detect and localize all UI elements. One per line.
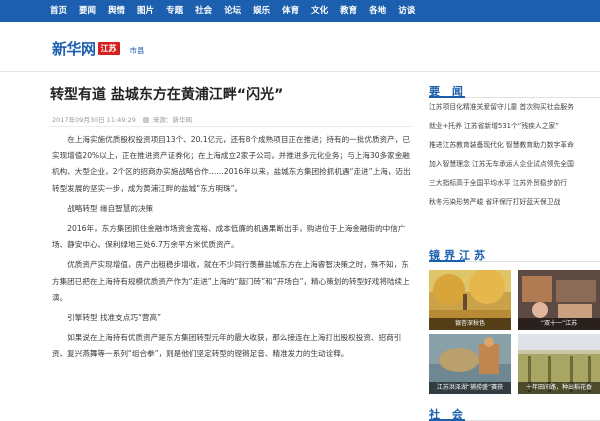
nav-item[interactable]: 社会 — [189, 0, 218, 22]
logo-text: 新华网 — [52, 40, 96, 58]
nav-item[interactable]: 各地 — [363, 0, 392, 22]
news-list-item[interactable]: 秋冬污染形势严峻 省环保厅打好蓝天保卫战 — [429, 193, 600, 212]
gallery-caption: 江苏洪泽湖“捕捞盛”赛获 — [429, 382, 511, 394]
gallery-item-double-eleven[interactable]: “双十一”江苏 — [518, 270, 600, 330]
top-nav-bar: 首页 要闻 舆情 图片 专题 社会 论坛 娱乐 体育 文化 教育 各地 访谈 — [0, 0, 600, 22]
nav-item[interactable]: 图片 — [131, 0, 160, 22]
news-list-item[interactable]: 就业+托养 江苏省新增531个“残疾人之家” — [429, 117, 600, 136]
breadcrumb[interactable]: 市县 — [130, 45, 145, 56]
photo-gallery: 银杏深秋色 “双十一”江苏 江苏洪泽湖“捕捞盛”赛获 十年田间路，种出稻花香 — [429, 270, 600, 398]
article-title: 转型有道 盐城东方在黄浦江畔“闪光” — [50, 87, 284, 103]
article-subheading: 引擎转型 找准支点巧“营高” — [67, 313, 161, 323]
article-body: 在上海实施优质股权投资项目13个、20.1亿元，还有8个成熟项目正在推进；持有的… — [52, 132, 414, 367]
gallery-caption: 银杏深秋色 — [429, 318, 511, 330]
nav-item[interactable]: 专题 — [160, 0, 189, 22]
nav-item[interactable]: 访谈 — [392, 0, 421, 22]
article-paragraph: 如果说在上海持有优质资产是东方集团转型元年的最大收获，那么接连在上海打出股权投资… — [52, 333, 402, 359]
nav-item[interactable]: 要闻 — [73, 0, 102, 22]
nav-item[interactable]: 首页 — [44, 0, 73, 22]
meta-divider — [50, 126, 412, 127]
logo-region-badge: 江苏 — [97, 42, 120, 55]
gallery-caption: 十年田间路，种出稻花香 — [518, 382, 600, 394]
section-accent — [429, 260, 465, 262]
gallery-item-fishing[interactable]: 江苏洪泽湖“捕捞盛”赛获 — [429, 334, 511, 394]
article-meta: 2017年09月30日 11:49:29 来源：新华网 — [52, 114, 192, 124]
gallery-item-ginkgo[interactable]: 银杏深秋色 — [429, 270, 511, 330]
nav-item[interactable]: 论坛 — [218, 0, 247, 22]
news-list-item[interactable]: 加入智慧理念 江苏无车承运人企业试点领先全国 — [429, 155, 600, 174]
news-list-item[interactable]: 推进江苏教育装备现代化 智慧教育助力数字革命 — [429, 136, 600, 155]
nav-item[interactable]: 舆情 — [102, 0, 131, 22]
sidebar: 要 闻 江苏项目化精准关爱留守儿童 首次购买社会服务 就业+托养 江苏省新增531… — [429, 72, 600, 421]
gallery-row: 江苏洪泽湖“捕捞盛”赛获 十年田间路，种出稻花香 — [429, 334, 600, 394]
news-list-item[interactable]: 三大指标高于全国平均水平 江苏外贸稳步前行 — [429, 174, 600, 193]
article-datetime: 2017年09月30日 11:49:29 — [52, 116, 136, 124]
nav-item[interactable]: 文化 — [305, 0, 334, 22]
social-section-header: 社 会 — [429, 403, 600, 421]
news-list: 江苏项目化精准关爱留守儿童 首次购买社会服务 就业+托养 江苏省新增531个“残疾… — [429, 98, 600, 212]
site-header: 新华网 江苏 市县 — [0, 22, 600, 72]
nav-item[interactable]: 娱乐 — [247, 0, 276, 22]
article-subheading: 战略转型 缘自智慧的决策 — [67, 203, 154, 213]
site-logo[interactable]: 新华网 江苏 市县 — [52, 38, 145, 59]
article-source: 来源：新华网 — [153, 116, 192, 124]
news-list-item[interactable]: 江苏项目化精准关爱留守儿童 首次购买社会服务 — [429, 98, 600, 117]
top-nav-items: 首页 要闻 舆情 图片 专题 社会 论坛 娱乐 体育 文化 教育 各地 访谈 — [44, 0, 421, 22]
article-paragraph: 在上海实施优质股权投资项目13个、20.1亿元，还有8个成熟项目正在推进；持有的… — [52, 135, 411, 193]
article-paragraph: 优质资产实现增值，房产出租稳步增收，就在不少同行羡慕盐城东方在上海睿智决策之时，… — [52, 260, 410, 302]
nav-item[interactable]: 体育 — [276, 0, 305, 22]
news-section-header: 要 闻 — [429, 80, 600, 98]
source-icon — [142, 117, 149, 123]
gallery-section-header: 镜界江苏 — [429, 244, 600, 262]
nav-item[interactable]: 教育 — [334, 0, 363, 22]
gallery-item-rice[interactable]: 十年田间路，种出稻花香 — [518, 334, 600, 394]
gallery-caption: “双十一”江苏 — [518, 318, 600, 330]
article-paragraph: 2016年，东方集团抓住金融市场资金宽裕、成本低廉的机遇果断出手，购进位于上海金… — [52, 224, 406, 250]
gallery-row: 银杏深秋色 “双十一”江苏 — [429, 270, 600, 330]
